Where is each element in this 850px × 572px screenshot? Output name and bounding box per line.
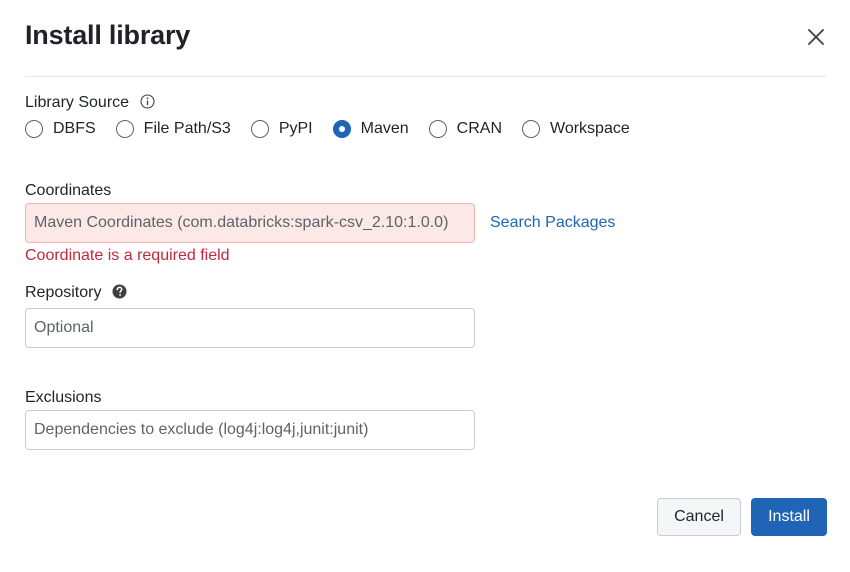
repository-label: Repository [25, 284, 102, 301]
coordinates-input[interactable] [25, 203, 475, 243]
library-source-radio-group: DBFS File Path/S3 PyPI Maven CRAN Worksp… [25, 118, 650, 140]
radio-button[interactable] [115, 120, 134, 138]
radio-label: DBFS [53, 120, 96, 137]
radio-button[interactable] [250, 120, 269, 138]
exclusions-input[interactable] [25, 410, 475, 450]
coordinates-label: Coordinates [25, 182, 112, 199]
repository-label-row: Repository [25, 284, 127, 304]
search-packages-link[interactable]: Search Packages [490, 214, 615, 232]
install-button[interactable]: Install [751, 498, 827, 536]
install-library-dialog: Install library Library Source DBFS File… [0, 0, 850, 572]
radio-button[interactable] [332, 120, 351, 138]
info-icon[interactable] [139, 94, 155, 114]
radio-cran[interactable]: CRAN [428, 120, 502, 138]
exclusions-label: Exclusions [25, 389, 102, 406]
radio-label: File Path/S3 [143, 120, 231, 137]
cancel-button[interactable]: Cancel [657, 498, 741, 536]
radio-label: CRAN [456, 120, 502, 137]
radio-label: Maven [360, 120, 409, 137]
radio-pypi[interactable]: PyPI [250, 120, 313, 138]
radio-dbfs[interactable]: DBFS [25, 120, 96, 138]
dialog-title: Install library [25, 20, 191, 50]
repository-input[interactable] [25, 308, 475, 348]
radio-label: Workspace [550, 120, 630, 137]
radio-maven[interactable]: Maven [332, 120, 409, 138]
question-circle-icon[interactable] [112, 284, 127, 304]
library-source-label-row: Library Source [25, 94, 155, 114]
radio-button[interactable] [428, 120, 447, 138]
coordinates-error-message: Coordinate is a required field [25, 247, 230, 264]
library-source-label: Library Source [25, 94, 130, 111]
radio-workspace[interactable]: Workspace [522, 120, 630, 138]
radio-button[interactable] [25, 120, 43, 138]
close-icon[interactable] [806, 27, 826, 47]
radio-label: PyPI [278, 120, 313, 137]
radio-file-path-s3[interactable]: File Path/S3 [115, 120, 231, 138]
header-divider [25, 76, 826, 77]
radio-button[interactable] [522, 120, 540, 138]
